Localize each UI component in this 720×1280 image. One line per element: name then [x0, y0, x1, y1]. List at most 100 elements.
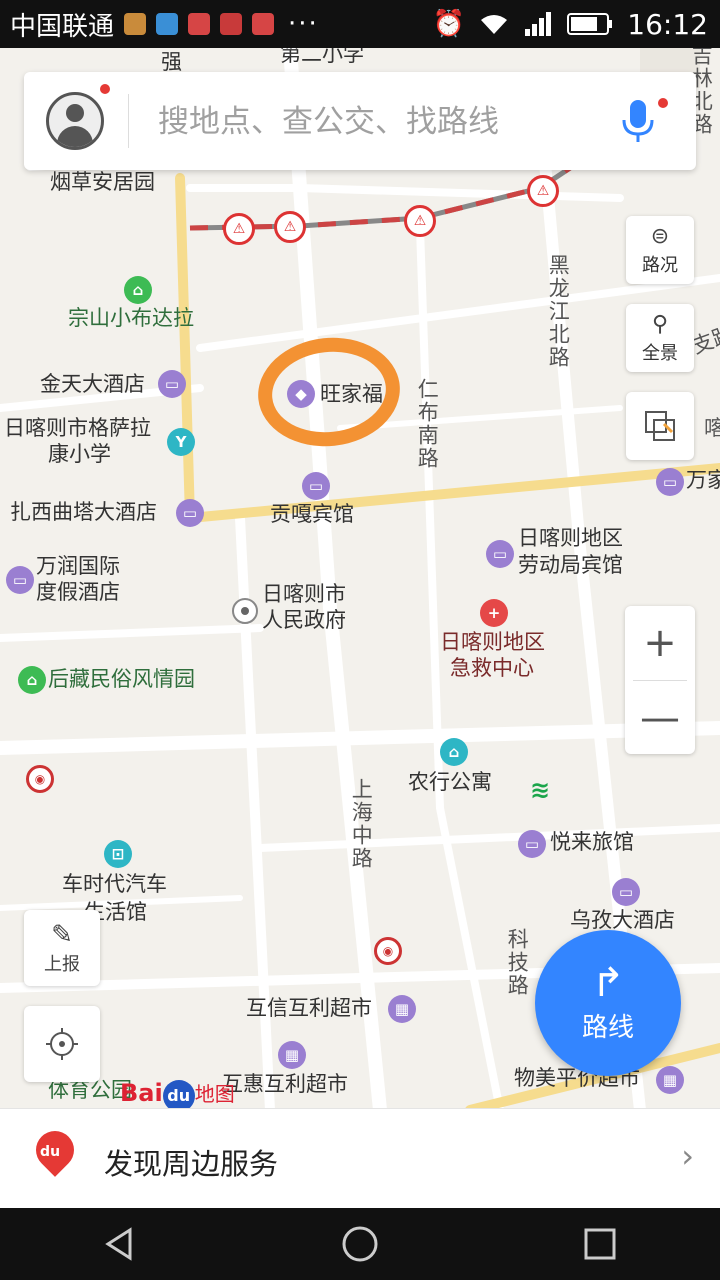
- baidu-pin-icon: du: [28, 1123, 82, 1177]
- app-notification-icon: [124, 13, 147, 35]
- poi-label[interactable]: 后藏民俗风情园: [48, 667, 195, 692]
- panorama-label: 全景: [642, 342, 678, 364]
- poi-label[interactable]: 互信互利超市: [246, 996, 372, 1021]
- map-notification-icon: [188, 13, 211, 35]
- search-bar: [24, 72, 696, 170]
- poi-label[interactable]: 乌孜大酒店: [570, 908, 675, 933]
- supermarket-icon[interactable]: ▦: [278, 1041, 306, 1069]
- search-input[interactable]: [156, 96, 580, 148]
- poi-label[interactable]: 万家: [686, 468, 720, 493]
- app-notification-icon: [156, 13, 179, 35]
- poi-label[interactable]: 扎西曲塔大酒店: [10, 500, 157, 525]
- car-service-icon[interactable]: ⊡: [104, 840, 132, 868]
- apartment-icon[interactable]: ⌂: [440, 738, 468, 766]
- avatar[interactable]: [46, 92, 104, 150]
- report-button[interactable]: ✎ 上报: [24, 910, 100, 986]
- road-label: 上海中路: [349, 778, 374, 870]
- poi-label[interactable]: 车时代汽车: [62, 872, 167, 897]
- hotel-icon[interactable]: ▭: [6, 566, 34, 594]
- notification-dot: [100, 84, 110, 94]
- traffic-icon: ⊜: [650, 223, 670, 249]
- app-notification-icon: [220, 13, 243, 35]
- traffic-label: 路况: [642, 254, 678, 276]
- poi-label[interactable]: 人民政府: [262, 608, 346, 633]
- metro-icon[interactable]: ◉: [374, 937, 402, 965]
- poi-label[interactable]: 日喀则地区: [440, 630, 545, 655]
- hotel-icon[interactable]: ▭: [486, 540, 514, 568]
- edit-icon: ✎: [51, 920, 73, 950]
- poi-label[interactable]: 度假酒店: [36, 580, 120, 605]
- status-bar: 中国联通 ··· ⏰ 16:12: [0, 0, 720, 48]
- poi-label[interactable]: 劳动局宾馆: [518, 553, 623, 578]
- road-label: 黑龙江北路: [546, 254, 571, 369]
- poi-label[interactable]: 宗山小布达拉: [68, 306, 194, 331]
- poi-label[interactable]: 日喀则市: [262, 582, 346, 607]
- poi-label[interactable]: 万润国际: [36, 554, 120, 579]
- recents-icon[interactable]: [580, 1224, 620, 1264]
- hotel-icon[interactable]: ▭: [176, 499, 204, 527]
- construction-icon[interactable]: ⚠: [223, 213, 255, 245]
- divider: [128, 94, 129, 148]
- poi-label[interactable]: 康小学: [48, 442, 111, 467]
- poi-label[interactable]: 互惠互利超市: [222, 1072, 348, 1097]
- home-icon[interactable]: [340, 1224, 380, 1264]
- poi-label[interactable]: 金天大酒店: [40, 372, 145, 397]
- metro-icon[interactable]: ◉: [26, 765, 54, 793]
- user-head-shape: [66, 104, 84, 122]
- carrier-name: 中国联通: [10, 11, 115, 42]
- poi-label[interactable]: 农行公寓: [408, 770, 492, 795]
- school-icon[interactable]: Y: [167, 428, 195, 456]
- construction-icon[interactable]: ⚠: [274, 211, 306, 243]
- zoom-in-button[interactable]: +: [625, 606, 695, 680]
- poi-label[interactable]: 悦来旅馆: [550, 830, 634, 855]
- map-notification-icon: [252, 13, 275, 35]
- hospital-icon[interactable]: +: [480, 599, 508, 627]
- more-notifications: ···: [288, 9, 319, 39]
- hotel-icon[interactable]: ▭: [612, 878, 640, 906]
- microphone-icon[interactable]: [618, 96, 658, 146]
- notification-dot: [658, 98, 668, 108]
- park-icon[interactable]: ⌂: [124, 276, 152, 304]
- locate-button[interactable]: [24, 1006, 100, 1082]
- road-label: 仁布南路: [415, 378, 440, 470]
- wifi-icon: [481, 15, 508, 34]
- layers-icon: [645, 411, 675, 441]
- road-label: 喀则路: [704, 416, 720, 440]
- supermarket-icon[interactable]: ▦: [656, 1066, 684, 1094]
- panorama-button[interactable]: ⚲ 全景: [626, 304, 694, 372]
- road-label: 科技路: [505, 928, 530, 997]
- hotel-icon[interactable]: ▭: [656, 468, 684, 496]
- zoom-controls: + —: [625, 606, 695, 754]
- poi-label[interactable]: 急救中心: [450, 656, 534, 681]
- discover-nearby-panel[interactable]: du 发现周边服务 ›: [0, 1108, 720, 1209]
- battery-icon: [567, 13, 613, 35]
- chevron-right-icon: ›: [681, 1137, 694, 1175]
- hotel-icon[interactable]: ▭: [302, 472, 330, 500]
- construction-icon[interactable]: ⚠: [404, 205, 436, 237]
- museum-icon[interactable]: ⌂: [18, 666, 46, 694]
- layers-button[interactable]: [626, 392, 694, 460]
- signal-icon: [525, 12, 552, 36]
- clock: 16:12: [627, 7, 708, 41]
- route-button[interactable]: ↱ 路线: [535, 930, 681, 1076]
- zoom-out-button[interactable]: —: [625, 681, 695, 755]
- hotel-icon[interactable]: ▭: [518, 830, 546, 858]
- supermarket-icon[interactable]: ▦: [388, 995, 416, 1023]
- poi-label[interactable]: 贡嘎宾馆: [270, 502, 354, 527]
- baidu-map-logo: Bai du 地图: [120, 1078, 235, 1110]
- poi-label[interactable]: 烟草安居园: [50, 170, 155, 195]
- route-label: 路线: [581, 1012, 634, 1043]
- hotel-icon[interactable]: ▭: [158, 370, 186, 398]
- poi-label: 第二小学: [280, 48, 364, 66]
- system-nav-bar: [0, 1208, 720, 1280]
- construction-icon[interactable]: ⚠: [527, 175, 559, 207]
- post-office-icon[interactable]: ≋: [526, 776, 554, 804]
- traffic-button[interactable]: ⊜ 路况: [626, 216, 694, 284]
- discover-label: 发现周边服务: [104, 1147, 279, 1181]
- turn-right-arrow-icon: ↱: [591, 959, 625, 1006]
- poi-label[interactable]: 日喀则地区: [518, 526, 623, 551]
- report-label: 上报: [44, 954, 80, 975]
- government-icon[interactable]: [232, 598, 258, 624]
- poi-label[interactable]: 日喀则市格萨拉: [4, 416, 151, 441]
- back-icon[interactable]: [100, 1224, 140, 1264]
